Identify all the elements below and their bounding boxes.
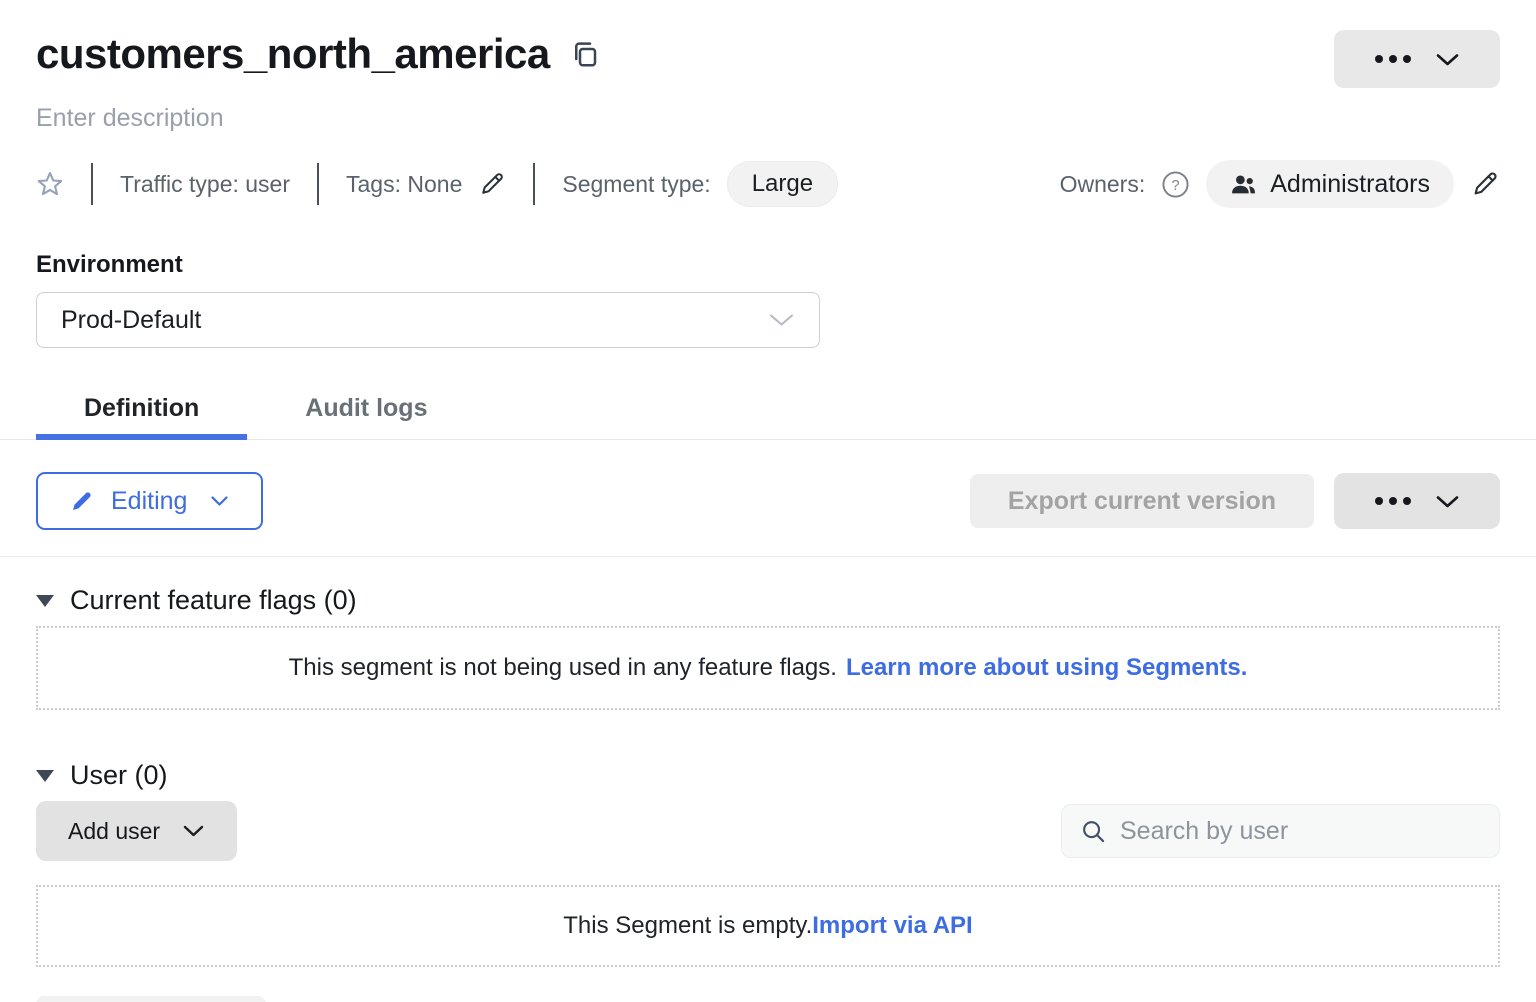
user-section-title: User (0) [70, 760, 168, 791]
segment-detail-page: customers_north_america Enter descriptio… [0, 0, 1536, 1002]
tab-definition[interactable]: Definition [36, 382, 247, 439]
definition-more-actions-button[interactable] [1334, 473, 1500, 529]
chevron-down-icon [1435, 494, 1460, 509]
user-section-header: User (0) [36, 760, 1500, 791]
environment-select[interactable]: Prod-Default [36, 292, 820, 348]
star-icon[interactable] [36, 170, 64, 198]
edit-tags-pencil-icon[interactable] [478, 170, 506, 198]
feature-flags-empty-state: This segment is not being used in any fe… [36, 626, 1500, 710]
edit-owners-pencil-icon[interactable] [1470, 169, 1500, 199]
help-circle-icon[interactable]: ? [1161, 170, 1190, 199]
divider [0, 556, 1536, 557]
segment-type-label: Segment type: [562, 171, 710, 198]
divider [533, 163, 535, 205]
environment-selected-value: Prod-Default [61, 306, 201, 335]
pencil-icon [70, 489, 94, 513]
chevron-down-icon [768, 312, 795, 328]
search-by-user-box [1061, 804, 1500, 858]
search-by-user-input[interactable] [1120, 817, 1481, 846]
editing-label: Editing [111, 487, 187, 516]
segment-type-item: Segment type: Large [562, 161, 838, 207]
segment-type-badge: Large [727, 161, 838, 207]
export-current-version-button[interactable]: Export current version [970, 474, 1314, 528]
chevron-down-icon [210, 495, 229, 507]
owners-value: Administrators [1270, 170, 1430, 199]
cutoff-element [36, 996, 266, 1002]
feature-flags-section-header: Current feature flags (0) [36, 585, 1500, 616]
user-empty-text: This Segment is empty. [563, 912, 812, 940]
feature-flags-empty-text: This segment is not being used in any fe… [289, 654, 837, 682]
tab-audit-logs[interactable]: Audit logs [257, 382, 475, 439]
ellipsis-icon [1375, 55, 1411, 63]
definition-toolbar: Editing Export current version [36, 472, 1500, 530]
owners-pill[interactable]: Administrators [1206, 160, 1454, 208]
tab-bar: Definition Audit logs [0, 382, 1536, 440]
description-placeholder[interactable]: Enter description [36, 104, 1500, 133]
owners-group: Owners: ? Administrators [1060, 160, 1500, 208]
user-toolbar: Add user [36, 801, 1500, 861]
ellipsis-icon [1375, 497, 1411, 505]
editing-button[interactable]: Editing [36, 472, 263, 530]
page-more-actions-button[interactable] [1334, 30, 1500, 88]
caret-down-icon[interactable] [36, 595, 54, 607]
tags-label: Tags: None [346, 171, 462, 198]
caret-down-icon[interactable] [36, 770, 54, 782]
divider [317, 163, 319, 205]
user-empty-state: This Segment is empty. Import via API [36, 885, 1500, 967]
svg-text:?: ? [1172, 177, 1180, 193]
toolbar-right: Export current version [970, 473, 1500, 529]
import-via-api-link[interactable]: Import via API [812, 912, 972, 940]
add-user-label: Add user [68, 818, 160, 845]
title-group: customers_north_america [36, 30, 600, 78]
traffic-type-label: Traffic type: user [120, 171, 290, 198]
title-row: customers_north_america [36, 0, 1500, 88]
meta-row: Traffic type: user Tags: None Segment ty… [36, 161, 1500, 207]
divider [91, 163, 93, 205]
chevron-down-icon [182, 824, 205, 838]
people-icon [1230, 172, 1257, 196]
search-icon [1080, 818, 1107, 845]
owners-label: Owners: [1060, 171, 1146, 198]
chevron-down-icon [1435, 52, 1460, 67]
copy-icon[interactable] [570, 37, 600, 71]
page-title: customers_north_america [36, 30, 550, 78]
environment-label: Environment [36, 251, 1500, 279]
tags-item: Tags: None [346, 170, 506, 198]
add-user-button[interactable]: Add user [36, 801, 237, 861]
feature-flags-section-title: Current feature flags (0) [70, 585, 357, 616]
learn-more-link[interactable]: Learn more about using Segments. [846, 654, 1247, 682]
